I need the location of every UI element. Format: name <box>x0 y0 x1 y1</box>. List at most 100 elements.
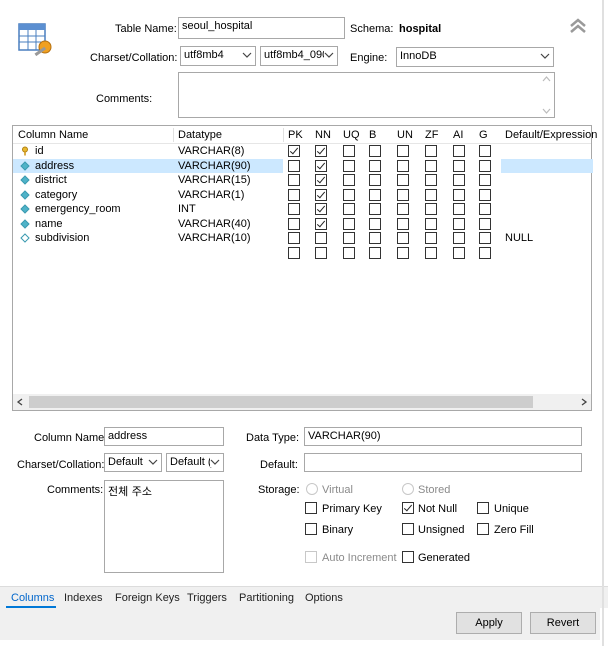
grid-header-zf[interactable]: ZF <box>425 129 438 141</box>
grid-header-column-name[interactable]: Column Name <box>18 129 88 141</box>
zf-checkbox[interactable] <box>425 145 437 157</box>
zf-checkbox[interactable] <box>425 217 437 230</box>
b-checkbox[interactable] <box>369 217 381 230</box>
charset-select[interactable]: utf8mb4 <box>180 46 256 66</box>
zero-fill-checkbox[interactable] <box>477 523 489 535</box>
columns-grid[interactable]: Column Name Datatype PK NN UQ B UN ZF AI G Default… <box>12 125 597 411</box>
g-checkbox[interactable] <box>479 232 491 244</box>
engine-select[interactable]: InnoDB <box>396 47 554 67</box>
not-null-checkbox[interactable] <box>402 502 414 514</box>
datatype-cell[interactable]: VARCHAR(1) <box>178 189 244 201</box>
ai-checkbox[interactable] <box>453 188 465 201</box>
un-checkbox[interactable] <box>397 145 409 157</box>
datatype-cell[interactable]: INT <box>178 203 196 215</box>
table-row[interactable]: id VARCHAR(8) <box>13 144 591 159</box>
b-checkbox[interactable] <box>369 246 381 259</box>
b-checkbox[interactable] <box>369 174 381 186</box>
horizontal-scrollbar[interactable] <box>13 394 591 410</box>
tab-indexes[interactable]: Indexes <box>64 592 103 604</box>
datatype-cell[interactable]: VARCHAR(10) <box>178 232 251 244</box>
table-row[interactable]: address VARCHAR(90) <box>13 158 593 173</box>
table-row[interactable]: category VARCHAR(1) <box>13 188 591 203</box>
detail-collation-select[interactable]: Default ( <box>166 453 224 472</box>
ai-checkbox[interactable] <box>453 174 465 186</box>
g-checkbox[interactable] <box>479 174 491 186</box>
column-name-cell[interactable]: name <box>35 218 63 230</box>
grid-header-uq[interactable]: UQ <box>343 129 360 141</box>
ai-checkbox[interactable] <box>453 159 465 172</box>
nn-checkbox[interactable] <box>315 174 327 186</box>
uq-checkbox[interactable] <box>343 145 355 157</box>
primary-key-checkbox[interactable] <box>305 502 317 514</box>
revert-button[interactable]: Revert <box>530 612 596 634</box>
scroll-right-icon[interactable] <box>580 398 588 406</box>
un-checkbox[interactable] <box>397 246 409 259</box>
table-row[interactable]: district VARCHAR(15) <box>13 173 591 188</box>
grid-header-divider[interactable] <box>173 128 174 142</box>
g-checkbox[interactable] <box>479 159 491 172</box>
grid-header-default-expression[interactable]: Default/Expression <box>505 129 597 141</box>
uq-checkbox[interactable] <box>343 203 355 215</box>
column-name-cell[interactable]: category <box>35 189 77 201</box>
zf-checkbox[interactable] <box>425 203 437 215</box>
un-checkbox[interactable] <box>397 188 409 201</box>
detail-charset-select[interactable]: Default <box>104 453 162 472</box>
g-checkbox[interactable] <box>479 246 491 259</box>
grid-header-ai[interactable]: AI <box>453 129 463 141</box>
scrollbar-thumb[interactable] <box>29 396 533 408</box>
column-name-cell[interactable]: address <box>35 160 74 172</box>
uq-checkbox[interactable] <box>343 217 355 230</box>
new-column-row[interactable] <box>13 246 591 261</box>
ai-checkbox[interactable] <box>453 246 465 259</box>
uq-checkbox[interactable] <box>343 159 355 172</box>
g-checkbox[interactable] <box>479 188 491 201</box>
datatype-cell[interactable]: VARCHAR(90) <box>178 160 251 172</box>
uq-checkbox[interactable] <box>343 188 355 201</box>
grid-header-pk[interactable]: PK <box>288 129 303 141</box>
column-name-cell[interactable]: id <box>35 145 44 157</box>
g-checkbox[interactable] <box>479 203 491 215</box>
column-name-cell[interactable]: emergency_room <box>35 203 121 215</box>
default-cell[interactable]: NULL <box>505 232 533 244</box>
nn-checkbox[interactable] <box>315 188 327 201</box>
tab-columns[interactable]: Columns <box>11 592 54 604</box>
table-row[interactable]: subdivision VARCHAR(10) NULL <box>13 231 591 246</box>
scroll-left-icon[interactable] <box>16 398 24 406</box>
un-checkbox[interactable] <box>397 159 409 172</box>
binary-checkbox[interactable] <box>305 523 317 535</box>
zf-checkbox[interactable] <box>425 246 437 259</box>
tab-options[interactable]: Options <box>305 592 343 604</box>
grid-header-divider[interactable] <box>283 128 284 142</box>
grid-header-nn[interactable]: NN <box>315 129 331 141</box>
grid-header-b[interactable]: B <box>369 129 376 141</box>
pk-checkbox[interactable] <box>288 159 300 172</box>
zf-checkbox[interactable] <box>425 232 437 244</box>
table-name-input[interactable]: seoul_hospital <box>178 17 345 39</box>
zf-checkbox[interactable] <box>425 159 437 172</box>
pk-checkbox[interactable] <box>288 188 300 201</box>
pk-checkbox[interactable] <box>288 203 300 215</box>
uq-checkbox[interactable] <box>343 246 355 259</box>
table-comments-textarea[interactable] <box>178 72 555 118</box>
column-name-cell[interactable]: district <box>35 174 67 186</box>
b-checkbox[interactable] <box>369 159 381 172</box>
datatype-cell[interactable]: VARCHAR(15) <box>178 174 251 186</box>
datatype-cell[interactable]: VARCHAR(40) <box>178 218 251 230</box>
nn-checkbox[interactable] <box>315 246 327 259</box>
unsigned-checkbox[interactable] <box>402 523 414 535</box>
tab-triggers[interactable]: Triggers <box>187 592 227 604</box>
nn-checkbox[interactable] <box>315 159 327 172</box>
ai-checkbox[interactable] <box>453 145 465 157</box>
pk-checkbox[interactable] <box>288 145 300 157</box>
column-name-input[interactable]: address <box>104 427 224 446</box>
un-checkbox[interactable] <box>397 217 409 230</box>
b-checkbox[interactable] <box>369 188 381 201</box>
b-checkbox[interactable] <box>369 145 381 157</box>
scroll-down-icon[interactable] <box>542 106 551 115</box>
default-input[interactable] <box>304 453 582 472</box>
table-row[interactable]: emergency_room INT <box>13 202 591 217</box>
generated-checkbox[interactable] <box>402 551 414 563</box>
zf-checkbox[interactable] <box>425 174 437 186</box>
b-checkbox[interactable] <box>369 232 381 244</box>
table-row[interactable]: name VARCHAR(40) <box>13 217 591 232</box>
